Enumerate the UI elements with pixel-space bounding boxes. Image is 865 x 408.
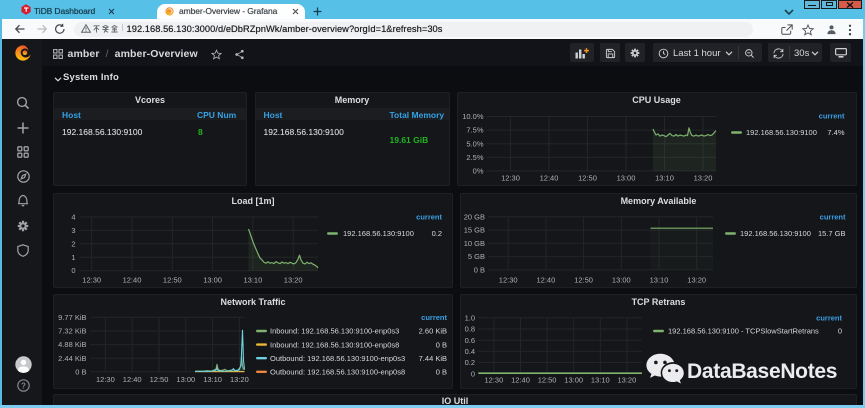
svg-text:0.4: 0.4 [465, 347, 475, 356]
svg-text:current: current [416, 213, 442, 222]
svg-text:0.2: 0.2 [432, 229, 442, 238]
svg-text:12:50: 12:50 [150, 375, 169, 384]
svg-text:7.5%: 7.5% [466, 126, 483, 135]
svg-text:12:30: 12:30 [485, 376, 504, 385]
svg-text:0.6: 0.6 [465, 336, 475, 345]
svg-text:0 B: 0 B [436, 340, 447, 349]
svg-text:0 B: 0 B [474, 266, 485, 275]
svg-text:1: 1 [71, 253, 75, 262]
svg-text:12:50: 12:50 [574, 276, 593, 285]
svg-text:?: ? [21, 381, 26, 390]
svg-text:12:40: 12:40 [123, 375, 142, 384]
svg-text:0.2: 0.2 [465, 358, 475, 367]
svg-text:12:40: 12:40 [123, 276, 142, 285]
svg-text:12:50: 12:50 [538, 376, 557, 385]
svg-text:2.5%: 2.5% [466, 153, 483, 162]
svg-text:12:40: 12:40 [539, 174, 558, 183]
svg-text:0%: 0% [472, 167, 483, 176]
svg-text:192.168.56.130:9100: 192.168.56.130:9100 [740, 229, 811, 238]
svg-text:13:10: 13:10 [655, 174, 674, 183]
svg-text:12:50: 12:50 [163, 276, 182, 285]
svg-text:12:30: 12:30 [501, 174, 520, 183]
svg-text:10 GB: 10 GB [464, 239, 485, 248]
svg-text:20 GB: 20 GB [464, 212, 485, 221]
svg-text:2.60 KiB: 2.60 KiB [419, 327, 447, 336]
svg-text:192.168.56.130:9100: 192.168.56.130:9100 [343, 229, 414, 238]
svg-text:13:00: 13:00 [616, 174, 635, 183]
svg-text:12:50: 12:50 [578, 174, 597, 183]
svg-text:3: 3 [71, 226, 75, 235]
svg-text:13:00: 13:00 [203, 276, 222, 285]
svg-text:12:40: 12:40 [511, 376, 530, 385]
svg-text:0: 0 [71, 266, 75, 275]
svg-text:current: current [421, 313, 447, 322]
svg-text:current: current [820, 213, 846, 222]
svg-text:13:10: 13:10 [591, 376, 610, 385]
svg-text:current: current [818, 112, 844, 121]
svg-text:15.7 GB: 15.7 GB [818, 229, 846, 238]
svg-text:Outbound: 192.168.56.130:9100-: Outbound: 192.168.56.130:9100-enp0s3 [270, 354, 405, 363]
svg-text:12:30: 12:30 [82, 276, 101, 285]
svg-text:13:20: 13:20 [618, 376, 637, 385]
svg-text:0 B: 0 B [436, 368, 447, 377]
svg-text:Inbound: 192.168.56.130:9100-e: Inbound: 192.168.56.130:9100-enp0s3 [270, 327, 399, 336]
svg-text:7.44 KiB: 7.44 KiB [419, 354, 447, 363]
svg-text:4.88 KiB: 4.88 KiB [58, 340, 86, 349]
svg-text:13:10: 13:10 [244, 276, 263, 285]
svg-text:Outbound: 192.168.56.130:9100-: Outbound: 192.168.56.130:9100-enp0s8 [270, 368, 405, 377]
svg-text:7.4%: 7.4% [827, 128, 844, 137]
svg-text:13:10: 13:10 [203, 375, 222, 384]
svg-text:current: current [816, 314, 842, 323]
svg-text:Inbound: 192.168.56.130:9100-e: Inbound: 192.168.56.130:9100-enp0s8 [270, 340, 399, 349]
svg-text:4: 4 [71, 213, 75, 222]
svg-text:13:20: 13:20 [230, 375, 249, 384]
svg-text:10.0%: 10.0% [462, 112, 484, 121]
svg-text:15 GB: 15 GB [464, 226, 485, 235]
svg-text:13:10: 13:10 [650, 276, 669, 285]
svg-text:0 B: 0 B [75, 367, 86, 376]
svg-text:0.8: 0.8 [465, 325, 475, 334]
svg-text:9.77 KiB: 9.77 KiB [58, 313, 86, 322]
svg-text:7.32 KiB: 7.32 KiB [58, 327, 86, 336]
svg-text:0: 0 [838, 327, 842, 336]
svg-text:192.168.56.130:9100 - TCPSlowS: 192.168.56.130:9100 - TCPSlowStartRetran… [668, 327, 819, 336]
svg-text:13:20: 13:20 [284, 276, 303, 285]
svg-text:2.44 KiB: 2.44 KiB [58, 354, 86, 363]
svg-text:13:00: 13:00 [564, 376, 583, 385]
svg-text:12:30: 12:30 [96, 375, 115, 384]
svg-text:13:00: 13:00 [176, 375, 195, 384]
svg-text:13:20: 13:20 [687, 276, 706, 285]
svg-text:5 GB: 5 GB [468, 252, 485, 261]
svg-text:13:00: 13:00 [612, 276, 631, 285]
svg-text:13:20: 13:20 [693, 174, 712, 183]
svg-text:2: 2 [71, 239, 75, 248]
svg-text:1.0: 1.0 [465, 313, 475, 322]
svg-text:192.168.56.130:9100: 192.168.56.130:9100 [746, 128, 817, 137]
svg-text:12:30: 12:30 [499, 276, 518, 285]
svg-text:12:40: 12:40 [537, 276, 556, 285]
svg-text:0: 0 [471, 369, 475, 378]
svg-text:5.0%: 5.0% [466, 139, 483, 148]
